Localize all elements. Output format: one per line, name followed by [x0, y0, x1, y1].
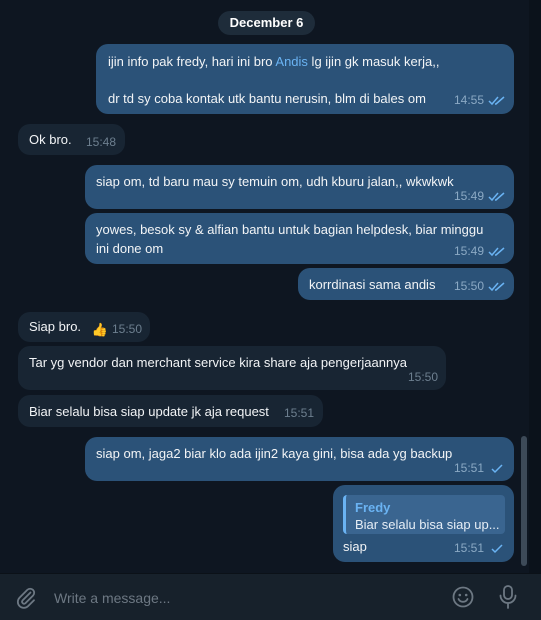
message-text: siap — [343, 539, 367, 554]
message-meta: 15:51 — [454, 539, 506, 558]
single-check-icon — [491, 463, 503, 473]
message-text: ijin info pak fredy, hari ini bro Andis … — [108, 52, 439, 71]
message-outgoing[interactable]: yowes, besok sy & alfian bantu untuk bag… — [85, 213, 514, 264]
message-text-part: lg ijin gk masuk kerja,, — [307, 54, 440, 69]
message-meta: 15:48 — [86, 133, 116, 152]
message-meta: 15:51 — [284, 404, 314, 423]
emoji-icon[interactable] — [451, 585, 475, 609]
message-text: siap om, jaga2 biar klo ada ijin2 kaya g… — [96, 446, 453, 461]
message-incoming[interactable]: Tar yg vendor dan merchant service kira … — [18, 346, 446, 390]
message-text-line: ini done om — [96, 241, 164, 256]
message-incoming[interactable]: Biar selalu bisa siap update jk aja requ… — [18, 395, 323, 427]
thumbs-up-icon[interactable]: 👍 — [92, 320, 108, 339]
double-check-icon — [488, 246, 505, 256]
message-text: siap om, td baru mau sy temuin om, udh k… — [96, 174, 454, 189]
message-time: 15:50 — [407, 370, 438, 384]
chat-history[interactable]: December 6 ijin info pak fredy, hari ini… — [0, 0, 541, 573]
reply-snippet: Biar selalu bisa siap up... — [355, 517, 500, 532]
message-meta: 👍 15:50 — [92, 320, 142, 339]
message-text: Biar selalu bisa siap update jk aja requ… — [29, 404, 269, 419]
message-meta: 15:49 — [454, 187, 506, 206]
message-time: 15:49 — [453, 244, 484, 258]
message-input[interactable] — [54, 588, 434, 608]
message-meta: 15:50 — [454, 277, 506, 296]
message-outgoing[interactable]: Fredy Biar selalu bisa siap up... siap 1… — [333, 485, 514, 562]
mention-link[interactable]: Andis — [275, 54, 308, 69]
message-text: Tar yg vendor dan merchant service kira … — [29, 355, 407, 370]
scrollbar-thumb[interactable] — [521, 436, 527, 566]
window-edge — [529, 0, 541, 573]
message-time: 14:55 — [453, 93, 484, 107]
message-text: Ok bro. — [29, 132, 72, 147]
message-time: 15:51 — [283, 406, 314, 420]
double-check-icon — [488, 281, 505, 291]
message-outgoing[interactable]: korrdinasi sama andis 15:50 — [298, 268, 514, 300]
message-incoming[interactable]: Siap bro. 👍 15:50 — [18, 312, 150, 342]
message-time: 15:51 — [453, 541, 484, 555]
reply-quote[interactable]: Fredy Biar selalu bisa siap up... — [343, 495, 505, 534]
message-outgoing[interactable]: siap om, jaga2 biar klo ada ijin2 kaya g… — [85, 437, 514, 481]
message-meta: 15:51 — [454, 459, 506, 478]
message-time: 15:51 — [453, 461, 484, 475]
message-text: korrdinasi sama andis — [309, 277, 436, 292]
message-time: 15:49 — [453, 189, 484, 203]
message-meta: 14:55 — [454, 91, 506, 110]
message-text-part: ijin info pak fredy, hari ini bro — [108, 54, 276, 69]
double-check-icon — [488, 191, 505, 201]
message-text-line: dr td sy coba kontak utk bantu nerusin, … — [108, 91, 426, 106]
message-meta: 15:50 — [408, 368, 438, 387]
message-text: Siap bro. — [29, 319, 82, 334]
message-meta: 15:49 — [454, 242, 506, 261]
message-time: 15:48 — [85, 135, 116, 149]
message-time: 15:50 — [453, 279, 484, 293]
paperclip-icon[interactable] — [14, 586, 38, 610]
microphone-icon[interactable] — [496, 584, 520, 610]
message-time: 15:50 — [111, 322, 142, 336]
double-check-icon — [488, 95, 505, 105]
message-text-line: yowes, besok sy & alfian bantu untuk bag… — [96, 222, 484, 237]
single-check-icon — [491, 543, 503, 553]
message-outgoing[interactable]: siap om, td baru mau sy temuin om, udh k… — [85, 165, 514, 209]
message-composer — [0, 573, 541, 620]
message-incoming[interactable]: Ok bro. 15:48 — [18, 124, 125, 155]
message-outgoing[interactable]: ijin info pak fredy, hari ini bro Andis … — [96, 44, 514, 114]
date-separator: December 6 — [218, 11, 315, 35]
